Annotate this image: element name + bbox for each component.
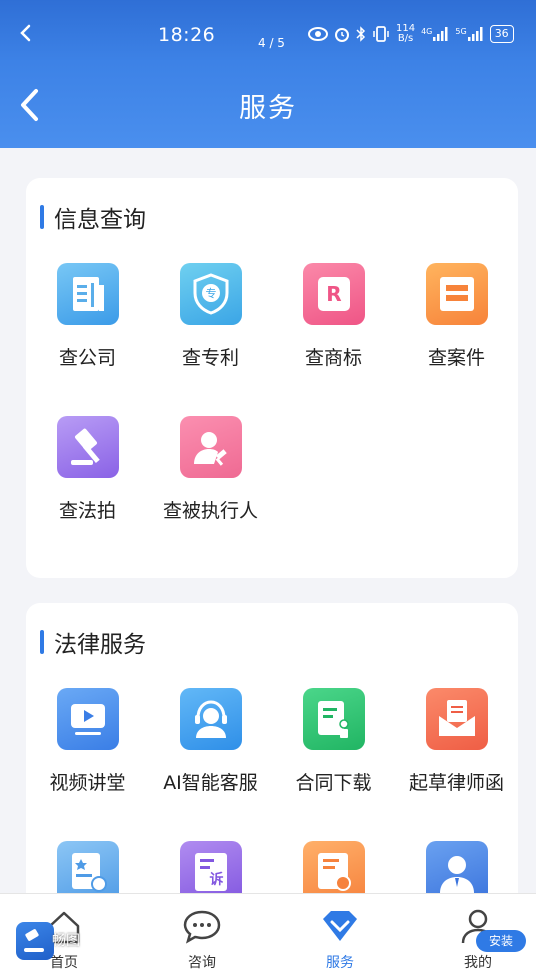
chat-icon (181, 906, 223, 946)
service-item-video[interactable]: 视频讲堂 (26, 688, 149, 795)
section-accent-bar (40, 205, 44, 229)
alarm-icon (335, 28, 349, 42)
section-title: 信息查询 (40, 200, 146, 234)
page-indicator: 4 / 5 (258, 36, 285, 50)
tab-label: 咨询 (188, 955, 216, 971)
legal-service-card: 法律服务 视频讲堂 AI智能客服 合同下载 起草律师函 诉 (26, 603, 518, 923)
install-button[interactable]: 安装 (476, 930, 526, 952)
service-item-company[interactable]: 查公司 (26, 263, 149, 370)
battery-icon: 36 (489, 25, 514, 43)
svg-text:专: 专 (205, 286, 216, 300)
patent-shield-icon: 专 (179, 263, 242, 325)
company-icon (56, 263, 119, 325)
back-small-icon[interactable] (18, 24, 32, 42)
status-icons: 114 B/s 4G 5G 36 (308, 24, 514, 44)
service-item-trademark[interactable]: R 查商标 (272, 263, 395, 370)
app-logo-icon[interactable] (16, 922, 54, 960)
service-item-executed-person[interactable]: 查被执行人 (149, 416, 272, 523)
executed-person-icon (179, 416, 242, 478)
status-bar: 18:26 4 / 5 114 B/s 4G 5G 36 (0, 0, 536, 62)
section-title: 法律服务 (40, 625, 146, 659)
service-item-patent[interactable]: 专 查专利 (149, 263, 272, 370)
case-icon (425, 263, 488, 325)
auction-gavel-icon (56, 416, 119, 478)
vibrate-icon (373, 26, 389, 42)
lawsuit-glyph: 诉 (209, 872, 224, 888)
service-item-lawyer-letter[interactable]: 起草律师函 (395, 688, 518, 795)
tab-service[interactable]: 服务 (295, 906, 385, 972)
trademark-icon: R (302, 263, 365, 325)
signal-icon (467, 27, 483, 41)
svg-text:R: R (326, 282, 341, 306)
service-item-case[interactable]: 查案件 (395, 263, 518, 370)
net-speed: 114 B/s (396, 24, 415, 44)
service-item-label: 查被执行人 (162, 500, 258, 522)
section-title-text: 信息查询 (54, 207, 146, 233)
service-item-label: 查商标 (304, 347, 362, 369)
net-type-2: 5G (455, 27, 467, 36)
bottom-tab-bar: 首页 咨询 服务 我的 (0, 893, 536, 977)
overlay-app-text: 畅图 (52, 933, 80, 949)
lawyer-letter-icon (425, 688, 488, 750)
net-speed-unit: B/s (397, 33, 414, 44)
service-item-label: AI智能客服 (163, 772, 258, 794)
page-title: 服务 (239, 93, 297, 124)
eye-icon (308, 27, 328, 41)
tab-label: 我的 (464, 955, 492, 971)
signal-1: 4G (421, 27, 449, 41)
tab-label: 服务 (326, 955, 354, 971)
service-item-label: 视频讲堂 (49, 772, 126, 794)
section-accent-bar (40, 630, 44, 654)
signal-2: 5G (455, 27, 483, 41)
customer-service-icon (179, 688, 242, 750)
service-item-contract[interactable]: 合同下载 (272, 688, 395, 795)
service-item-label: 查案件 (427, 347, 485, 369)
diamond-service-icon (319, 906, 361, 946)
service-item-label: 查专利 (181, 347, 239, 369)
signal-icon (433, 27, 448, 41)
net-type-1: 4G (421, 27, 433, 36)
contract-icon (302, 688, 365, 750)
info-query-card: 信息查询 查公司 专 查专利 R 查商标 查案件 查法拍 查被执行人 (26, 178, 518, 578)
service-item-auction[interactable]: 查法拍 (26, 416, 149, 523)
service-item-label: 查公司 (58, 347, 116, 369)
service-item-ai-support[interactable]: AI智能客服 (149, 688, 272, 795)
nav-bar: 服务 (0, 62, 536, 148)
tab-consult[interactable]: 咨询 (157, 906, 247, 972)
service-item-label: 查法拍 (58, 500, 116, 522)
section-title-text: 法律服务 (54, 632, 146, 658)
bluetooth-icon (356, 26, 366, 42)
status-time: 18:26 (158, 24, 216, 46)
service-item-label: 起草律师函 (408, 772, 504, 794)
service-item-label: 合同下载 (295, 772, 372, 794)
video-icon (56, 688, 119, 750)
